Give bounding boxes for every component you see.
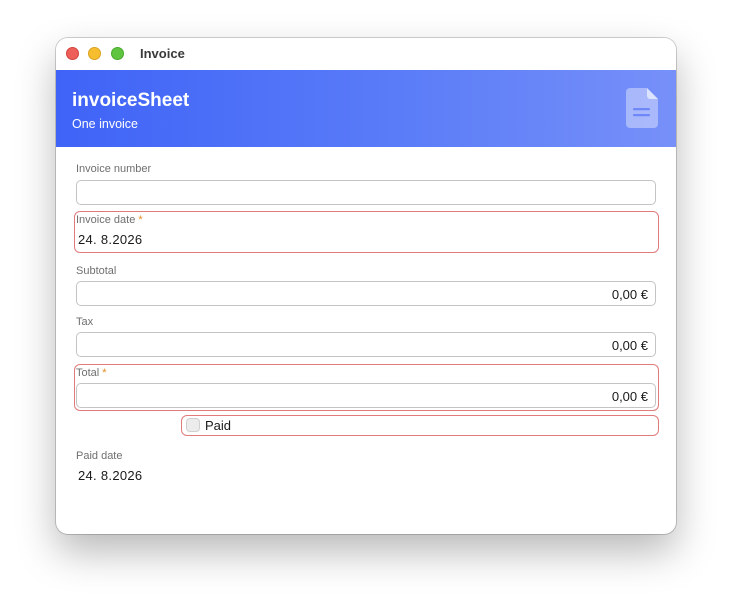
invoice-date-label: Invoice date * [76, 214, 143, 226]
sheet-subtitle: One invoice [72, 117, 139, 131]
invoice-date-field[interactable]: 24. 8.2026 [78, 232, 142, 247]
invoice-window: Invoice invoiceSheet One invoice Invoice… [56, 38, 676, 534]
invoice-number-field[interactable] [76, 180, 656, 205]
document-icon [626, 88, 658, 128]
total-label: Total * [76, 367, 107, 379]
tax-label: Tax [76, 316, 94, 328]
paid-checkbox[interactable] [186, 418, 200, 432]
invoice-date-error-outline [74, 211, 659, 253]
paid-date-field[interactable]: 24. 8.2026 [78, 468, 142, 483]
header-banner: invoiceSheet One invoice [56, 70, 676, 147]
title-bar: Invoice [56, 38, 676, 71]
subtotal-label: Subtotal [76, 265, 117, 277]
close-button[interactable] [66, 47, 79, 60]
subtotal-field[interactable]: 0,00 € [76, 281, 656, 306]
paid-label[interactable]: Paid [205, 418, 231, 433]
invoice-number-label: Invoice number [76, 163, 152, 175]
zoom-button[interactable] [111, 47, 124, 60]
required-star: * [102, 367, 107, 379]
paid-error-outline [181, 415, 659, 436]
window-title: Invoice [140, 46, 185, 61]
minimize-button[interactable] [88, 47, 101, 60]
paid-date-label: Paid date [76, 450, 123, 462]
total-field[interactable]: 0,00 € [76, 383, 656, 408]
sheet-title: invoiceSheet [72, 90, 190, 111]
required-star: * [138, 214, 143, 226]
tax-field[interactable]: 0,00 € [76, 332, 656, 357]
